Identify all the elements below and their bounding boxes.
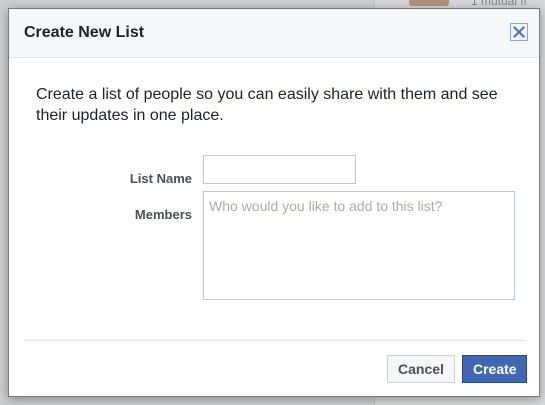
cancel-button[interactable]: Cancel: [387, 355, 455, 383]
dialog-description: Create a list of people so you can easil…: [36, 86, 498, 124]
dialog-title: Create New List: [24, 24, 145, 41]
members-input[interactable]: [203, 191, 515, 300]
list-name-input[interactable]: [203, 155, 356, 184]
list-name-label: List Name: [129, 171, 192, 186]
footer-divider: [24, 340, 526, 341]
create-button[interactable]: Create: [462, 355, 527, 383]
close-icon: [513, 26, 525, 38]
dialog-header: Create New List: [9, 9, 539, 58]
close-button[interactable]: [510, 23, 528, 41]
members-label: Members: [134, 207, 192, 222]
create-list-dialog: Create New List Create a list of people …: [8, 8, 540, 397]
